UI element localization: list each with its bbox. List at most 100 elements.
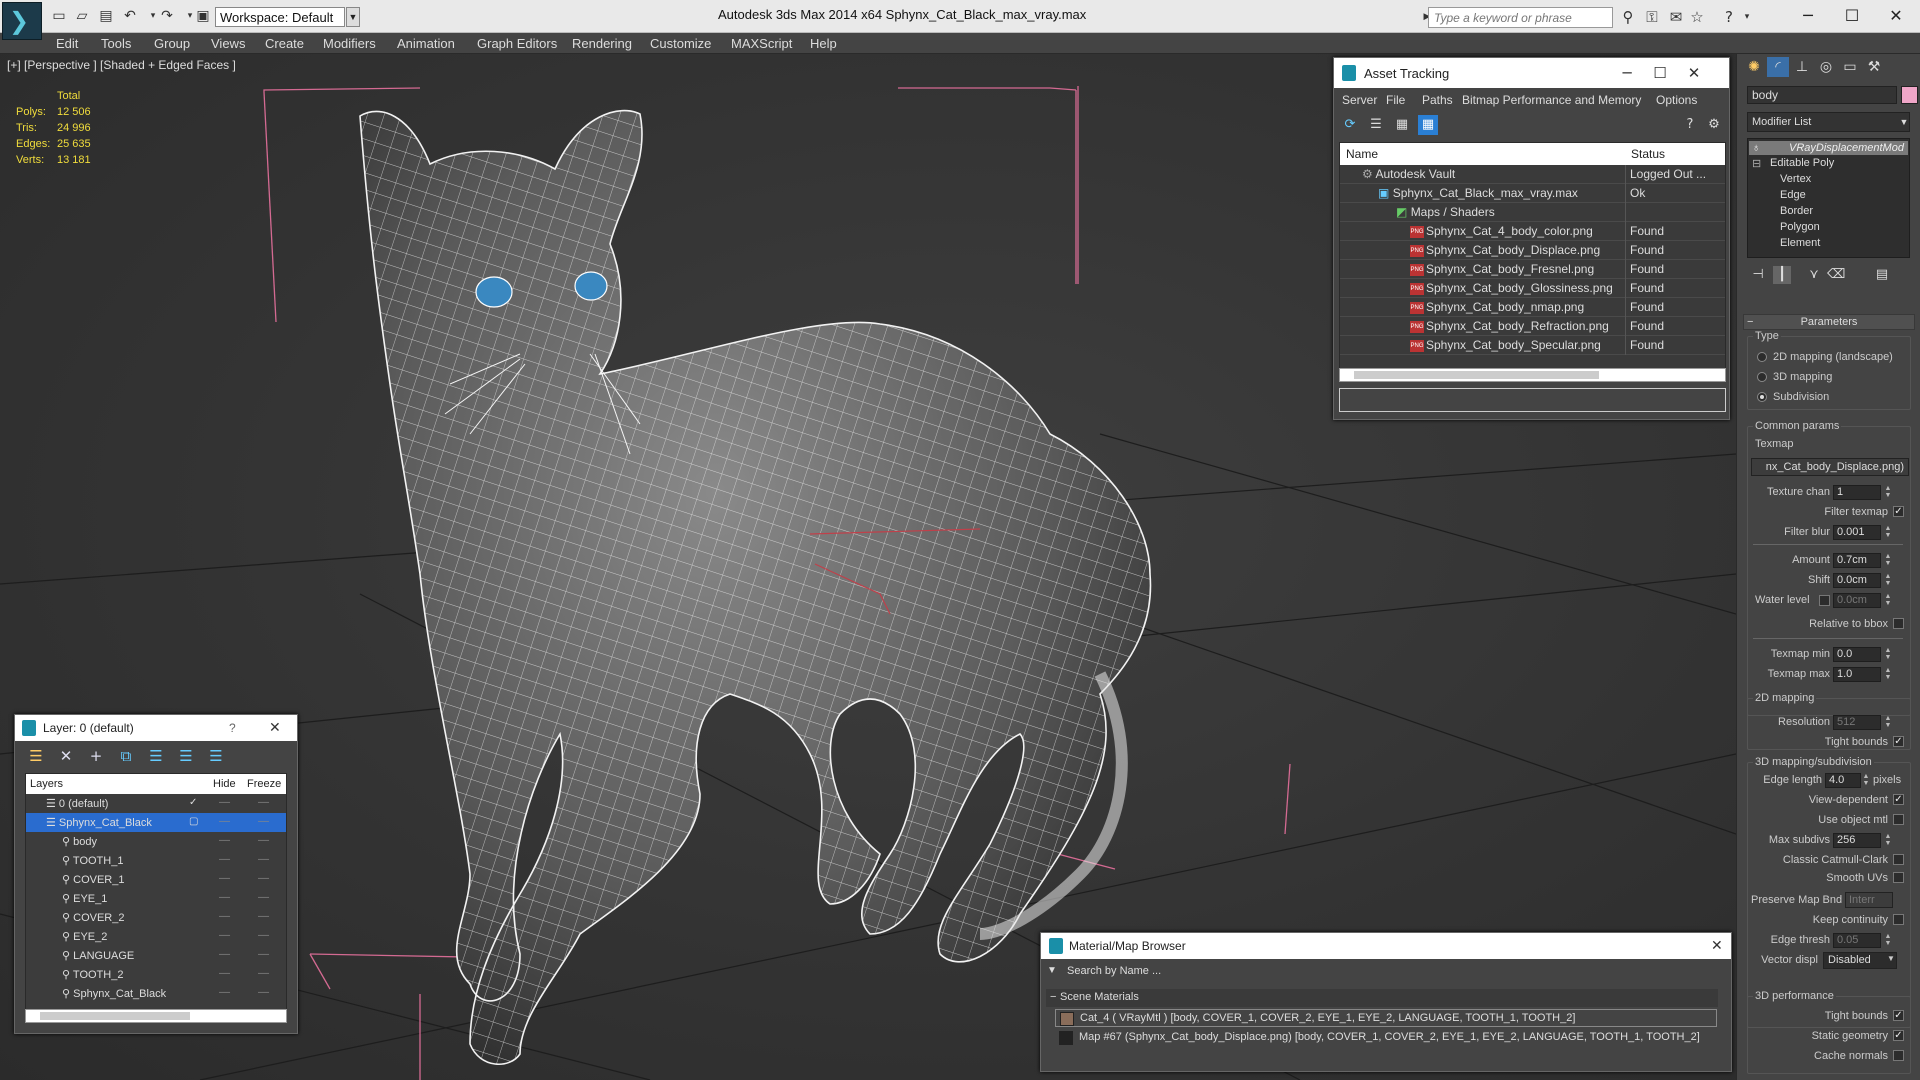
subscription-icon[interactable]: ⚿ [1643,8,1661,26]
utilities-tab-icon[interactable]: ⚒ [1863,57,1885,77]
texmap-max-spinner[interactable]: 1.0 [1833,667,1881,682]
static-geometry-checkbox[interactable]: ✓ [1893,1030,1904,1041]
asset-menu-options[interactable]: Options [1656,93,1697,107]
menu-tools[interactable]: Tools [101,36,131,51]
spinner-arrows-icon[interactable]: ▲ ▼ [1883,553,1893,568]
settings-icon[interactable]: ⚙ [1704,115,1724,135]
stack-item-editable-poly[interactable]: Editable Poly [1770,157,1834,169]
workspace-dropdown-icon[interactable]: ▼ [346,7,360,27]
menu-help[interactable]: Help [810,36,837,51]
table-row[interactable]: PNG Sphynx_Cat_body_Specular.png Found [1340,336,1725,355]
stack-subobject-element[interactable]: Element [1780,237,1820,249]
tight-bounds-checkbox[interactable]: ✓ [1893,736,1904,747]
material-item[interactable]: Map #67 (Sphynx_Cat_body_Displace.png) [… [1055,1029,1717,1047]
menu-rendering[interactable]: Rendering [572,36,632,51]
material-browser-titlebar[interactable]: Material/Map Browser ✕ [1041,933,1731,959]
layer-row[interactable]: ⚲ EYE_1 –– –– [26,889,286,908]
sphynx-cat-mesh[interactable] [359,109,1152,1066]
spinner-arrows-icon[interactable]: ▲ ▼ [1883,933,1893,948]
layer-row[interactable]: ⚲ TOOTH_1 –– –– [26,851,286,870]
layer-row[interactable]: ⚲ COVER_2 –– –– [26,908,286,927]
cache-normals-checkbox[interactable] [1893,1050,1904,1061]
add-to-layer-icon[interactable]: + [85,746,107,766]
column-hide[interactable]: Hide [213,778,236,790]
hierarchy-tab-icon[interactable]: ⊥ [1791,57,1813,77]
hide-toggle[interactable]: –– [219,816,230,827]
modifier-list-dropdown[interactable]: Modifier List [1747,112,1910,132]
material-item[interactable]: Cat_4 ( VRayMtl ) [body, COVER_1, COVER_… [1055,1009,1717,1027]
freeze-toggle[interactable]: –– [258,835,269,846]
stack-subobject-border[interactable]: Border [1780,205,1813,217]
asset-horizontal-scrollbar[interactable] [1339,368,1726,382]
hide-toggle[interactable]: –– [219,835,230,846]
material-search-input[interactable]: Search by Name ... [1063,963,1713,981]
freeze-all-icon[interactable]: ☰ [205,746,227,766]
menu-maxscript[interactable]: MAXScript [731,36,792,51]
save-file-icon[interactable]: ▤ [97,8,115,24]
menu-edit[interactable]: Edit [56,36,78,51]
layer-row[interactable]: ⚲ LANGUAGE –– –– [26,946,286,965]
view-dependent-checkbox[interactable]: ✓ [1893,794,1904,805]
open-file-icon[interactable]: ▱ [73,8,91,24]
layer-row[interactable]: ⚲ TOOTH_2 –– –– [26,965,286,984]
layer-active-icon[interactable]: ▢ [189,816,198,827]
object-color-swatch[interactable] [1901,86,1918,104]
workspace-select[interactable]: Workspace: Default [215,7,345,27]
freeze-toggle[interactable]: –– [258,930,269,941]
asset-menu-server[interactable]: Server [1342,93,1377,107]
list-view-icon[interactable]: ☰ [1366,115,1386,135]
spinner-arrows-icon[interactable]: ▲ ▼ [1883,667,1893,682]
spinner-arrows-icon[interactable]: ▲ ▼ [1861,773,1871,788]
use-object-mtl-checkbox[interactable] [1893,814,1904,825]
grid-view-icon[interactable]: ▦ [1418,115,1438,135]
column-layers[interactable]: Layers [30,778,63,790]
edge-thresh-spinner[interactable]: 0.05 [1833,933,1881,948]
maximize-icon[interactable]: ☐ [1645,63,1675,83]
close-icon[interactable]: ✕ [269,719,281,736]
asset-menu-paths[interactable]: Paths [1422,93,1453,107]
menu-graph-editors[interactable]: Graph Editors [477,36,557,51]
freeze-toggle[interactable]: –– [258,949,269,960]
texmap-min-spinner[interactable]: 0.0 [1833,647,1881,662]
options-dropdown-icon[interactable]: ▼ [1047,965,1057,976]
hide-toggle[interactable]: –– [219,873,230,884]
radio-3d-mapping-label[interactable]: 3D mapping [1773,371,1832,383]
communication-icon[interactable]: ✉ [1667,8,1685,26]
scrollbar-thumb[interactable] [1354,371,1599,379]
remove-modifier-icon[interactable]: ⌫ [1827,266,1845,284]
column-status[interactable]: Status [1631,147,1665,161]
layer-dialog-titlebar[interactable]: Layer: 0 (default) ? ✕ [15,715,297,741]
spinner-arrows-icon[interactable]: ▲ ▼ [1883,485,1893,500]
radio-2d-mapping-label[interactable]: 2D mapping (landscape) [1773,351,1893,363]
filter-texmap-checkbox[interactable]: ✓ [1893,506,1904,517]
maximize-button[interactable]: ☐ [1834,4,1870,28]
menu-customize[interactable]: Customize [650,36,711,51]
radio-3d-mapping[interactable] [1757,372,1767,382]
menu-views[interactable]: Views [211,36,245,51]
table-row[interactable]: PNG Sphynx_Cat_body_Displace.png Found [1340,241,1725,260]
chevron-down-icon[interactable]: ▼ [1899,113,1909,131]
modify-tab-icon[interactable]: ◜ [1767,57,1789,77]
close-icon[interactable]: ✕ [1711,937,1723,954]
hide-toggle[interactable]: –– [219,854,230,865]
viewport-label[interactable]: [+] [Perspective ] [Shaded + Edged Faces… [7,58,236,72]
create-layer-icon[interactable]: ☰ [25,746,47,766]
edge-length-spinner[interactable]: 4.0 [1825,773,1861,788]
show-end-result-icon[interactable]: ┃ [1773,266,1791,284]
hide-toggle[interactable]: –– [219,911,230,922]
menu-group[interactable]: Group [154,36,190,51]
radio-2d-mapping[interactable] [1757,352,1767,362]
table-view-icon[interactable]: ▦ [1392,115,1412,135]
layer-row-selected[interactable]: ☰ Sphynx_Cat_Black ▢ –– –– [26,813,286,832]
column-freeze[interactable]: Freeze [247,778,281,790]
table-row[interactable]: PNG Sphynx_Cat_body_nmap.png Found [1340,298,1725,317]
keep-continuity-checkbox[interactable] [1893,914,1904,925]
motion-tab-icon[interactable]: ◎ [1815,57,1837,77]
hide-toggle[interactable]: –– [219,797,230,808]
freeze-toggle[interactable]: –– [258,968,269,979]
asset-path-field[interactable] [1339,388,1726,412]
chevron-down-icon[interactable]: ▼ [1887,954,1895,963]
new-file-icon[interactable]: ▭ [50,8,68,24]
rollout-collapse-icon[interactable]: − [1747,316,1753,328]
spinner-arrows-icon[interactable]: ▲ ▼ [1883,715,1893,730]
